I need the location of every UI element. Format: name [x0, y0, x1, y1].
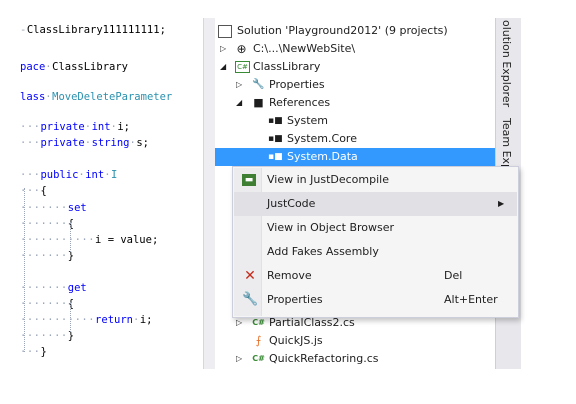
- tree-label: QuickRefactoring.cs: [269, 352, 379, 365]
- code-line-field-s: ···private·string·s;: [20, 137, 149, 149]
- code-line-namespace: pace·ClassLibrary: [20, 61, 128, 73]
- context-menu: ▬ View in JustDecompile JustCode ▶ View …: [232, 166, 519, 318]
- reference-icon: ▪■: [268, 134, 283, 144]
- csharp-project-icon: C#: [235, 61, 250, 73]
- tree-label: QuickJS.js: [269, 334, 323, 347]
- menu-item-add-fakes-assembly[interactable]: Add Fakes Assembly: [234, 240, 517, 264]
- tree-item-quickrefactoring[interactable]: ▷ C# QuickRefactoring.cs: [215, 350, 495, 368]
- indent-guide: [24, 188, 25, 352]
- js-file-icon: ⨍: [255, 334, 262, 347]
- tree-item-quickjs[interactable]: ⨍ QuickJS.js: [215, 332, 495, 350]
- tree-label: System.Core: [287, 132, 357, 145]
- collapse-arrow-icon[interactable]: ◢: [236, 94, 242, 112]
- code-line-property: ···public·int·I: [20, 169, 118, 181]
- menu-item-properties[interactable]: 🔧 Properties Alt+Enter: [234, 288, 517, 312]
- tree-item-ref-system-data[interactable]: ▪■ System.Data: [215, 148, 495, 166]
- tree-item-ref-system[interactable]: ▪■ System: [215, 112, 495, 130]
- code-line-set-close: ·······}: [20, 250, 75, 262]
- menu-item-label: Remove: [267, 269, 312, 282]
- tree-label: References: [269, 96, 331, 109]
- reference-icon: ▪■: [268, 116, 283, 126]
- menu-item-view-in-justdecompile[interactable]: ▬ View in JustDecompile: [234, 168, 517, 192]
- tree-label: System: [287, 114, 329, 127]
- code-line-return: ···········return·i;: [20, 314, 153, 326]
- collapse-arrow-icon[interactable]: ◢: [220, 58, 226, 76]
- tab-solution-explorer[interactable]: olution Explorer: [500, 20, 513, 107]
- menu-item-label: View in JustDecompile: [267, 173, 389, 186]
- code-line-get-close: ·······}: [20, 330, 75, 342]
- tree-item-classlibrary[interactable]: ◢ C# ClassLibrary: [215, 58, 495, 76]
- expand-arrow-icon[interactable]: ▷: [236, 350, 242, 368]
- indent-guide: [70, 302, 71, 332]
- references-icon: ■: [253, 96, 264, 109]
- submenu-arrow-icon: ▶: [498, 199, 505, 208]
- remove-x-icon: ✕: [244, 268, 256, 284]
- tree-item-ref-system-core[interactable]: ▪■ System.Core: [215, 130, 495, 148]
- globe-icon: ⊕: [236, 42, 247, 56]
- menu-item-label: Properties: [267, 293, 323, 306]
- menu-item-shortcut: Alt+Enter: [444, 293, 498, 306]
- code-line-field-i: ···private·int·i;: [20, 121, 131, 133]
- code-line-get-open: ·······{: [20, 298, 75, 310]
- csharp-file-icon: C#: [252, 318, 265, 327]
- code-line-1: -ClassLibrary111111111;: [20, 24, 166, 36]
- tree-label: System.Data: [287, 150, 358, 163]
- wrench-icon: 🔧: [242, 292, 259, 307]
- menu-item-view-in-object-browser[interactable]: View in Object Browser: [234, 216, 517, 240]
- menu-item-shortcut: Del: [444, 269, 463, 282]
- code-line-class: lass·MoveDeleteParameter: [20, 91, 173, 103]
- tree-label: C:\...\NewWebSite\: [253, 42, 356, 55]
- tab-team-explorer[interactable]: Team Exp: [500, 118, 513, 171]
- menu-item-remove[interactable]: ✕ Remove Del: [234, 264, 517, 288]
- tree-label: Properties: [269, 78, 325, 91]
- code-line-get: ·······get: [20, 282, 87, 294]
- code-editor[interactable]: -ClassLibrary111111111; pace·ClassLibrar…: [20, 18, 203, 369]
- solution-icon: [218, 25, 232, 38]
- reference-icon: ▪■: [268, 152, 283, 162]
- tree-label: Solution 'Playground2012' (9 projects): [237, 24, 448, 37]
- expand-arrow-icon[interactable]: ▷: [220, 40, 226, 58]
- tree-item-solution[interactable]: Solution 'Playground2012' (9 projects): [215, 22, 495, 40]
- menu-item-label: Add Fakes Assembly: [267, 245, 379, 258]
- code-line-set: ·······set: [20, 202, 87, 214]
- expand-arrow-icon[interactable]: ▷: [236, 76, 242, 94]
- menu-item-label: View in Object Browser: [267, 221, 395, 234]
- code-line-set-open: ·······{: [20, 218, 75, 230]
- wrench-icon: 🔧: [252, 79, 265, 90]
- menu-item-justcode[interactable]: JustCode ▶: [234, 192, 517, 216]
- menu-item-label: JustCode: [267, 197, 316, 210]
- tree-item-references[interactable]: ◢ ■ References: [215, 94, 495, 112]
- csharp-file-icon: C#: [252, 354, 265, 363]
- tree-item-newwebsite[interactable]: ▷ ⊕ C:\...\NewWebSite\: [215, 40, 495, 58]
- justdecompile-icon: ▬: [242, 174, 256, 186]
- code-line-assign: ···········i = value;: [20, 234, 159, 246]
- indent-guide: [70, 222, 71, 252]
- tree-label: ClassLibrary: [253, 60, 321, 73]
- tree-item-properties[interactable]: ▷ 🔧 Properties: [215, 76, 495, 94]
